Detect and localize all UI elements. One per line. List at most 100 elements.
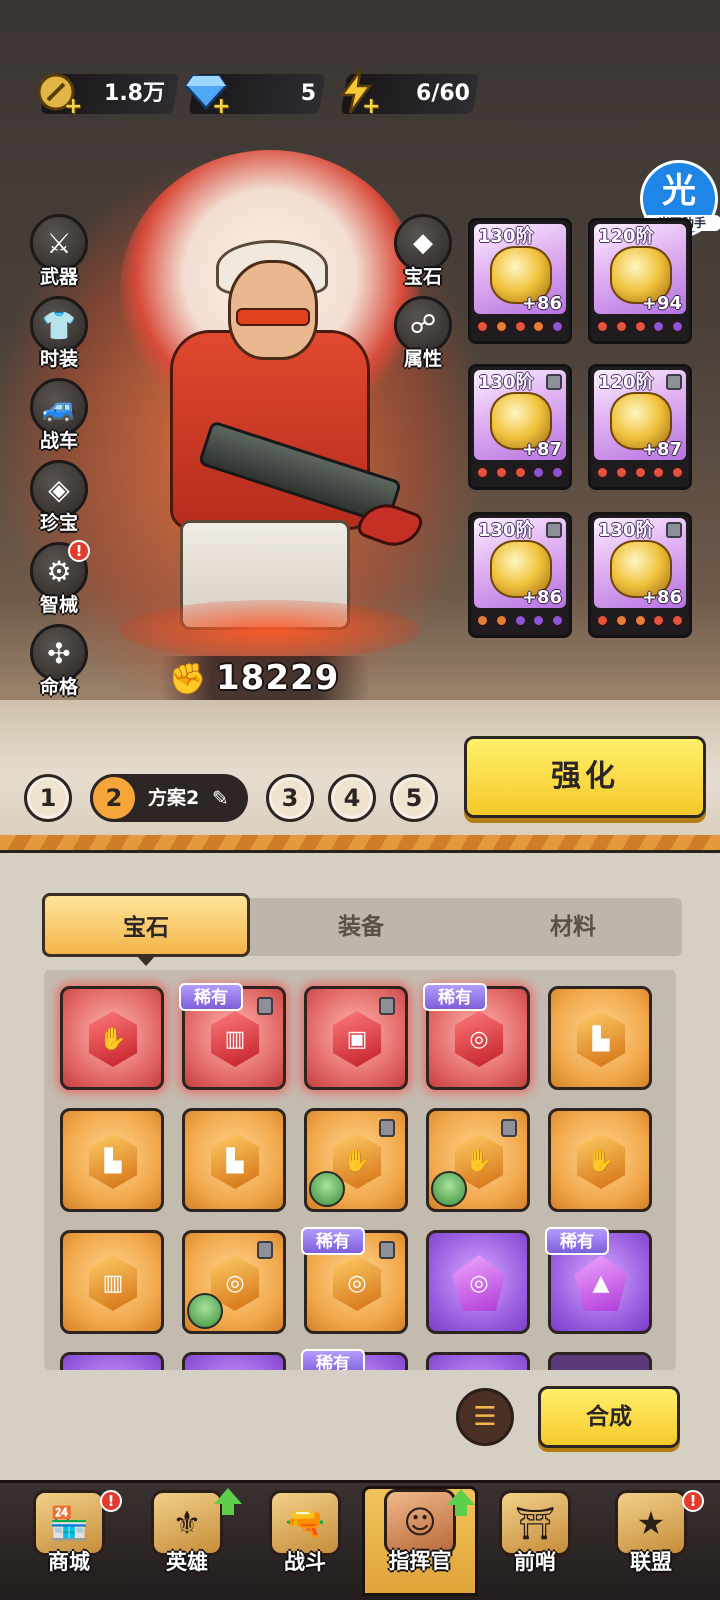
nav-commander[interactable]: ☺ 指挥官 (362, 1486, 478, 1596)
menu-gem[interactable]: ◆ 宝石 (388, 214, 458, 298)
equip-tier: 120阶 (598, 372, 654, 393)
gem-glove-icon: ✋ (576, 1133, 626, 1189)
equip-star-dots (477, 465, 563, 479)
gem-cell[interactable]: ✋ (304, 1108, 408, 1212)
plan-2-name: 方案2 (148, 787, 200, 809)
rare-badge: 稀有 (301, 1349, 365, 1370)
menu-costume[interactable]: 👕 时装 (24, 296, 94, 376)
plan-3-button[interactable]: 3 (266, 774, 314, 822)
lightning-icon[interactable]: + (334, 70, 380, 118)
plan-4-button[interactable]: 4 (328, 774, 376, 822)
equip-slot-gloves[interactable]: 130阶 +86 (468, 512, 572, 638)
gem-ring-icon: ◎ (332, 1255, 382, 1311)
gem-cell[interactable]: ▲ 稀有 (545, 1227, 652, 1334)
nav-commander-label: 指挥官 (388, 1549, 452, 1573)
strengthen-button[interactable]: 强化 (464, 736, 706, 818)
gem-cell[interactable]: ▥ 稀有 (179, 983, 286, 1090)
gem-cell[interactable]: ◎ (426, 1230, 530, 1334)
equip-tier: 130阶 (478, 520, 534, 541)
plan-2-button[interactable]: 2 方案2 ✎ (90, 774, 248, 822)
gem-cell[interactable]: ◎ (182, 1230, 286, 1334)
gem-cell[interactable]: ▥ (60, 1230, 164, 1334)
nav-shop[interactable]: 🏪 商城 ! (14, 1490, 124, 1600)
equip-star-dots (597, 465, 683, 479)
gem-ring-icon: ◎ (454, 1011, 504, 1067)
filter-icon[interactable]: ☰ (456, 1388, 514, 1446)
menu-treasure[interactable]: ◈ 珍宝 (24, 460, 94, 540)
merge-button[interactable]: 合成 (538, 1386, 680, 1448)
pencil-icon[interactable]: ✎ (212, 786, 236, 810)
equip-tier: 130阶 (598, 520, 654, 541)
tab-materials[interactable]: 材料 (468, 898, 678, 956)
nav-hero[interactable]: ⚜ 英雄 (132, 1488, 242, 1600)
mech-alert-badge: ! (68, 540, 90, 562)
upgrade-arrow-icon (447, 1489, 475, 1516)
equip-star-dots (477, 319, 563, 333)
gem-cell[interactable]: ✋ (426, 1108, 530, 1212)
nav-alliance[interactable]: ★ 联盟 ! (596, 1490, 706, 1600)
menu-destiny[interactable]: ✣ 命格 (24, 624, 94, 704)
gem-cell[interactable]: ✋ (548, 1108, 652, 1212)
lock-icon (379, 1119, 395, 1137)
equip-bonus: +86 (641, 587, 682, 608)
gem-ring-icon: ◎ (452, 1255, 506, 1311)
gem-cell[interactable]: ◎ 稀有 (301, 1227, 408, 1334)
menu-attribute[interactable]: ☍ 属性 (388, 296, 458, 380)
gem-pants-icon: ▥ (88, 1255, 138, 1311)
plan-1-button[interactable]: 1 (24, 774, 72, 822)
gem-cell[interactable] (548, 1352, 652, 1370)
nav-shop-label: 商城 (48, 1550, 90, 1574)
tab-gems[interactable]: 宝石 (42, 893, 250, 957)
upgrade-arrow-icon (214, 1488, 242, 1515)
menu-weapon[interactable]: ⚔ 武器 (24, 214, 94, 294)
lock-icon (546, 522, 562, 538)
tab-equipment[interactable]: 装备 (256, 898, 466, 956)
gem-cell[interactable] (60, 1352, 164, 1370)
equip-slot-boots[interactable]: 130阶 +86 (588, 512, 692, 638)
nav-outpost-label: 前哨 (514, 1550, 556, 1574)
menu-costume-label: 时装 (39, 348, 78, 370)
lock-icon (546, 374, 562, 390)
lock-icon (666, 522, 682, 538)
lock-icon (379, 1241, 395, 1259)
gem-cell[interactable]: ◎ 稀有 (423, 983, 530, 1090)
equip-slot-armor[interactable]: 130阶 +87 (468, 364, 572, 490)
gem-cell[interactable]: 稀有 (301, 1349, 408, 1370)
halo-assistant-logo: 光 (662, 171, 696, 211)
equip-slot-ring[interactable]: 130阶 +86 (468, 218, 572, 344)
gem-helmet-icon: ▲ (574, 1255, 628, 1311)
equip-slot-helmet[interactable]: 120阶 +94 (588, 218, 692, 344)
menu-mech[interactable]: ⚙ 智械 ! (24, 540, 94, 622)
gem-boots-icon: ▙ (576, 1011, 626, 1067)
scene-divider-stripe (0, 835, 720, 850)
rare-badge: 稀有 (301, 1227, 365, 1255)
equip-bonus: +87 (641, 439, 682, 460)
gem-cell[interactable]: ▣ (304, 986, 408, 1090)
nav-outpost[interactable]: ⛩ 前哨 (480, 1490, 590, 1600)
nav-battle[interactable]: 🔫 战斗 (250, 1490, 360, 1600)
diamond-icon[interactable]: + (184, 70, 230, 118)
menu-weapon-label: 武器 (39, 266, 78, 288)
plan-2-number: 2 (90, 774, 138, 822)
power-value: 18229 (216, 658, 340, 698)
menu-vehicle[interactable]: 🚙 战车 (24, 378, 94, 458)
gem-boots-icon: ▙ (88, 1133, 138, 1189)
gem-cell[interactable]: ✋ (60, 986, 164, 1090)
gem-glove-icon: ✋ (88, 1011, 138, 1067)
gem-cell[interactable]: ▙ (182, 1108, 286, 1212)
gem-cell[interactable]: ▙ (548, 986, 652, 1090)
diamond-value: 5 (300, 81, 316, 106)
gem-pants-icon: ▥ (210, 1011, 260, 1067)
gem-cell[interactable] (426, 1352, 530, 1370)
lock-icon (257, 997, 273, 1015)
menu-attribute-label: 属性 (403, 348, 442, 370)
equip-slot-pants[interactable]: 120阶 +87 (588, 364, 692, 490)
gem-cell[interactable]: ▙ (60, 1108, 164, 1212)
tab-pointer (136, 955, 156, 966)
equip-bonus: +86 (521, 587, 562, 608)
plan-5-button[interactable]: 5 (390, 774, 438, 822)
gem-cell[interactable] (182, 1352, 286, 1370)
menu-vehicle-label: 战车 (39, 430, 78, 452)
alliance-alert-badge: ! (682, 1490, 704, 1512)
lock-icon (501, 1119, 517, 1137)
